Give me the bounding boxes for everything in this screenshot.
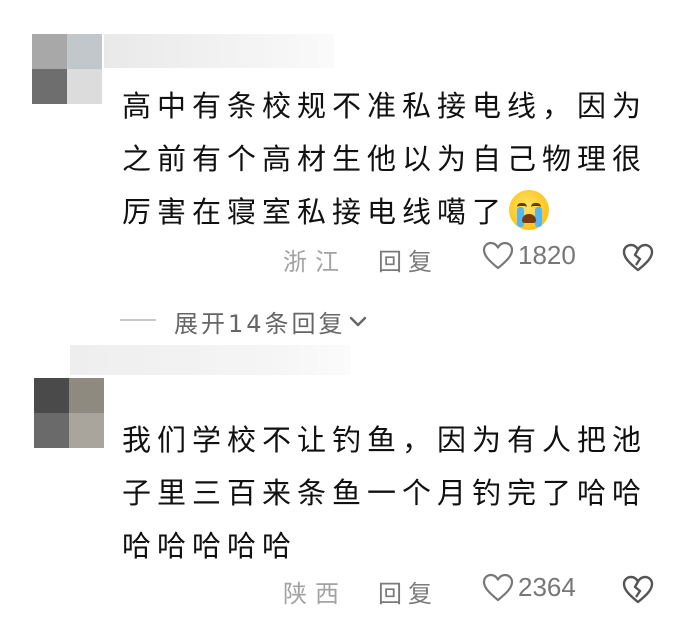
loudly-crying-face-icon	[507, 190, 551, 230]
reply-button[interactable]: 回复	[378, 574, 438, 609]
expand-replies-label: 展开14条回复	[174, 310, 346, 338]
chevron-down-icon	[349, 316, 366, 326]
comment-item: 高中有条校规不准私接电线，因为之前有个高材生他以为自己物理很厉害在寝室私接电线噶…	[0, 0, 690, 300]
dislike-button[interactable]	[622, 575, 654, 611]
divider	[120, 319, 156, 321]
comment-item: 我们学校不让钓鱼，因为有人把池子里三百来条鱼一个月钓完了哈哈哈哈哈哈哈 陕西 回…	[0, 340, 690, 624]
like-button[interactable]: 2364	[482, 572, 576, 603]
like-button[interactable]: 1820	[482, 240, 576, 271]
avatar[interactable]	[34, 378, 104, 448]
comment-text: 我们学校不让钓鱼，因为有人把池子里三百来条鱼一个月钓完了哈哈哈哈哈哈哈	[122, 423, 648, 563]
dislike-button[interactable]	[622, 243, 654, 279]
reply-button[interactable]: 回复	[378, 242, 438, 277]
username[interactable]	[70, 345, 350, 375]
like-count: 2364	[518, 572, 576, 602]
broken-heart-icon	[622, 575, 654, 604]
comment-text: 高中有条校规不准私接电线，因为之前有个高材生他以为自己物理很厉害在寝室私接电线噶…	[122, 89, 648, 230]
heart-icon	[482, 241, 514, 269]
heart-icon	[482, 573, 514, 601]
broken-heart-icon	[622, 243, 654, 272]
avatar[interactable]	[32, 34, 102, 104]
ip-location: 陕西	[283, 580, 347, 608]
username[interactable]	[104, 34, 334, 68]
comment-meta: 陕西 回复 2364	[0, 572, 690, 612]
ip-location: 浙江	[283, 248, 347, 276]
comment-meta: 浙江 回复 1820	[0, 240, 690, 280]
expand-replies-row: 展开14条回复	[0, 300, 690, 340]
like-count: 1820	[518, 240, 576, 270]
expand-replies-button[interactable]: 展开14条回复	[174, 304, 368, 339]
